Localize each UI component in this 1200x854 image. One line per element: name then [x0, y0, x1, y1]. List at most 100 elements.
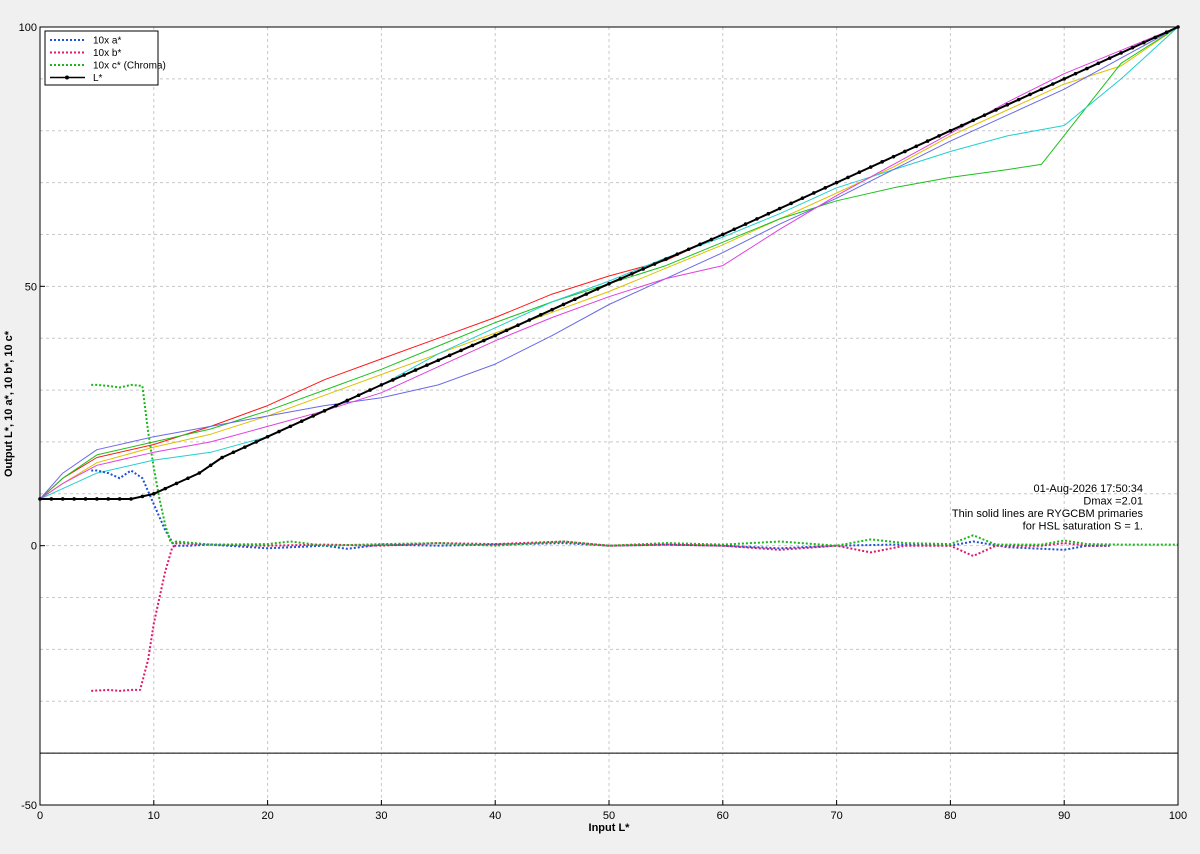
l-star-marker — [1039, 87, 1044, 92]
x-tick-label: 50 — [603, 810, 615, 822]
l-star-marker — [857, 170, 862, 175]
l-star-marker — [299, 419, 304, 423]
l-star-marker — [846, 175, 850, 180]
l-star-marker — [868, 165, 873, 169]
l-star-marker — [812, 191, 816, 195]
l-star-marker — [254, 440, 259, 444]
l-star-marker — [402, 373, 406, 377]
y-tick-label: 50 — [25, 281, 37, 293]
l-star-marker — [436, 358, 441, 363]
l-star-marker — [504, 328, 509, 333]
l-star-marker — [368, 388, 372, 392]
l-star-marker — [243, 445, 247, 449]
l-star-marker — [777, 206, 782, 211]
annotation-line: Thin solid lines are RYGCBM primaries — [952, 508, 1144, 520]
l-star-marker — [129, 497, 133, 501]
l-star-marker — [1062, 77, 1066, 81]
l-star-marker — [971, 118, 975, 123]
l-star-marker — [732, 227, 736, 232]
l-star-marker — [618, 277, 623, 281]
l-star-marker — [891, 154, 896, 159]
l-star-marker — [698, 242, 702, 247]
l-star-marker — [265, 434, 270, 439]
l-star-marker — [470, 343, 475, 348]
l-star-marker — [766, 211, 771, 216]
l-star-marker — [721, 232, 725, 237]
y-tick-label: 0 — [31, 541, 37, 553]
l-star-marker — [140, 494, 145, 499]
l-star-marker — [755, 217, 759, 221]
l-star-marker — [709, 237, 714, 242]
l-star-marker — [652, 262, 657, 266]
l-star-marker — [334, 403, 338, 408]
l-star-marker — [527, 318, 532, 322]
l-star-marker — [356, 393, 361, 398]
l-star-marker — [1028, 92, 1032, 97]
x-tick-label: 40 — [489, 810, 501, 822]
l-star-marker — [379, 383, 384, 387]
l-star-marker — [413, 368, 418, 372]
l-star-marker — [288, 424, 293, 429]
l-star-marker — [584, 292, 589, 296]
l-star-marker — [573, 297, 577, 302]
l-star-marker — [834, 180, 839, 185]
l-star-marker — [345, 398, 350, 403]
l-star-marker — [516, 323, 520, 328]
l-star-marker — [595, 287, 600, 291]
l-star-marker — [880, 160, 884, 164]
l-star-marker — [561, 302, 566, 307]
x-tick-label: 0 — [37, 810, 43, 822]
l-star-marker — [72, 497, 76, 501]
l-star-marker — [117, 497, 122, 501]
legend-marker — [65, 75, 69, 80]
l-star-marker — [1073, 71, 1078, 76]
x-tick-label: 100 — [1169, 810, 1187, 822]
l-star-marker — [664, 257, 668, 261]
legend-label: 10x a* — [93, 36, 121, 47]
l-star-marker — [538, 313, 543, 317]
l-star-marker — [1164, 30, 1169, 34]
l-star-marker — [60, 497, 65, 501]
x-tick-label: 90 — [1058, 810, 1070, 822]
y-tick-label: 100 — [19, 22, 37, 34]
l-star-marker — [641, 267, 645, 271]
x-axis-title: Input L* — [589, 822, 631, 834]
chart: 0 10 20 30 40 50 60 70 80 90 100 -50 0 50 100 Input L*… — [0, 0, 1200, 849]
l-star-marker — [1085, 66, 1089, 71]
legend-label: 10x c* (Chroma) — [93, 61, 166, 72]
l-star-marker — [208, 463, 213, 468]
annotation-line: for HSL saturation S = 1. — [1023, 521, 1143, 533]
l-star-marker — [675, 252, 680, 256]
l-star-marker — [95, 497, 99, 501]
x-tick-label: 60 — [717, 810, 729, 822]
l-star-marker — [152, 492, 156, 496]
l-star-marker — [1130, 45, 1135, 50]
l-star-marker — [220, 455, 224, 460]
l-star-marker — [1107, 56, 1112, 60]
l-star-marker — [322, 409, 327, 413]
l-star-marker — [106, 497, 111, 501]
legend: 10x a*10x b* 10x c* (Chroma)L* — [44, 30, 166, 86]
l-star-marker — [789, 201, 793, 206]
l-star-marker — [1016, 97, 1021, 102]
l-star-marker — [629, 272, 634, 276]
l-star-marker — [925, 139, 930, 143]
y-tick-label: -50 — [21, 800, 37, 812]
l-star-marker — [1005, 103, 1010, 107]
l-star-marker — [959, 123, 964, 128]
l-star-marker — [550, 307, 554, 312]
l-star-marker — [1119, 51, 1123, 55]
l-star-marker — [914, 144, 919, 149]
x-tick-label: 20 — [261, 810, 273, 822]
chart-svg: 0 10 20 30 40 50 60 70 80 90 100-50050100 Input L*… — [0, 0, 1200, 849]
annotation-line: Dmax =2.01 — [1083, 496, 1143, 508]
l-star-marker — [459, 348, 463, 353]
l-star-marker — [743, 222, 748, 226]
l-star-marker — [823, 185, 828, 190]
l-star-marker — [607, 281, 611, 286]
l-star-marker — [493, 333, 498, 338]
l-star-marker — [1096, 61, 1101, 66]
l-star-marker — [311, 414, 315, 418]
annotation-line: 01-Aug-2026 17:50:34 — [1034, 483, 1143, 495]
l-star-marker — [686, 247, 691, 252]
